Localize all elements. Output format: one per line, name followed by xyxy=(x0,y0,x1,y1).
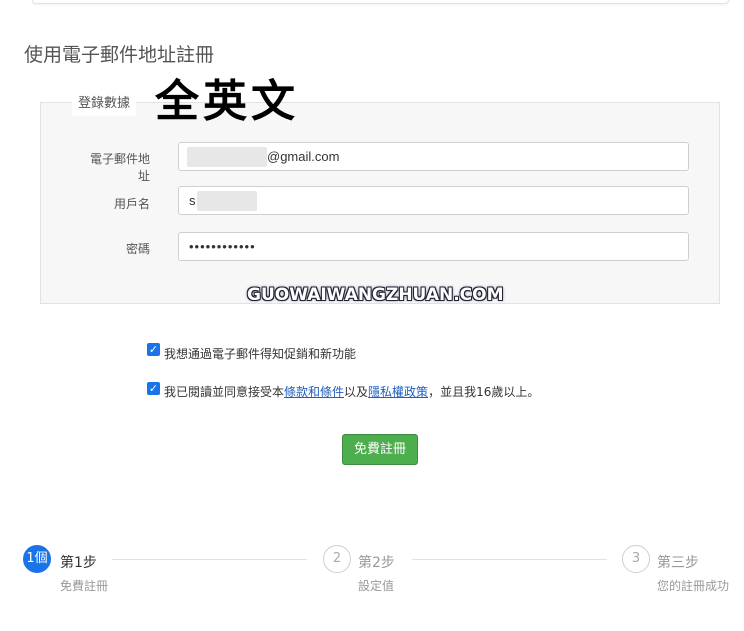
username-label: 用戶名 xyxy=(113,197,150,211)
panel-legend: 登錄數據 xyxy=(72,92,137,116)
password-field[interactable]: •••••••••••• xyxy=(178,232,689,261)
step-connector xyxy=(412,559,607,560)
password-label: 密碼 xyxy=(125,242,150,256)
page-title: 使用電子郵件地址註冊 xyxy=(24,44,215,66)
redaction-blur xyxy=(197,191,257,211)
step-2-title: 第2步 xyxy=(358,555,395,571)
top-card xyxy=(32,0,729,4)
password-value: •••••••••••• xyxy=(189,239,256,254)
username-value: s xyxy=(189,193,196,208)
step-2-subtitle: 設定值 xyxy=(358,579,395,593)
terms-middle: 以及 xyxy=(344,385,369,399)
free-register-button[interactable]: 免費註冊 xyxy=(342,434,418,465)
email-field[interactable]: @gmail.com xyxy=(178,142,689,171)
watermark: GUOWAIWANGZHUAN.COM xyxy=(247,285,504,305)
terms-prefix: 我已閱讀並同意接受本 xyxy=(164,385,285,399)
promo-checkbox[interactable]: ✓ xyxy=(147,343,160,356)
step-3-circle: 3 xyxy=(622,545,650,573)
terms-suffix: ，並且我16歲以上。 xyxy=(428,385,540,399)
terms-checkbox-label: 我已閱讀並同意接受本條款和條件以及隱私權政策，並且我16歲以上。 xyxy=(164,383,539,400)
annotation-overlay-text: 全英文 xyxy=(155,76,299,127)
step-1-title: 第1步 xyxy=(60,555,97,571)
step-3-title: 第三步 xyxy=(657,555,699,571)
step-2-circle: 2 xyxy=(323,545,351,573)
email-label: 電子郵件地址 xyxy=(89,152,150,183)
username-field[interactable]: s xyxy=(178,186,689,215)
email-value: @gmail.com xyxy=(267,149,340,164)
step-3-subtitle: 您的註冊成功 xyxy=(657,579,730,593)
redaction-blur xyxy=(187,147,267,167)
promo-checkbox-label: 我想通過電子郵件得知促銷和新功能 xyxy=(164,347,357,361)
terms-checkbox[interactable]: ✓ xyxy=(147,382,160,395)
step-1-circle: 1個 xyxy=(23,545,51,573)
step-1-subtitle: 免費註冊 xyxy=(60,579,109,593)
terms-link[interactable]: 條款和條件 xyxy=(284,385,344,399)
step-connector xyxy=(112,559,307,560)
privacy-link[interactable]: 隱私權政策 xyxy=(368,385,428,399)
